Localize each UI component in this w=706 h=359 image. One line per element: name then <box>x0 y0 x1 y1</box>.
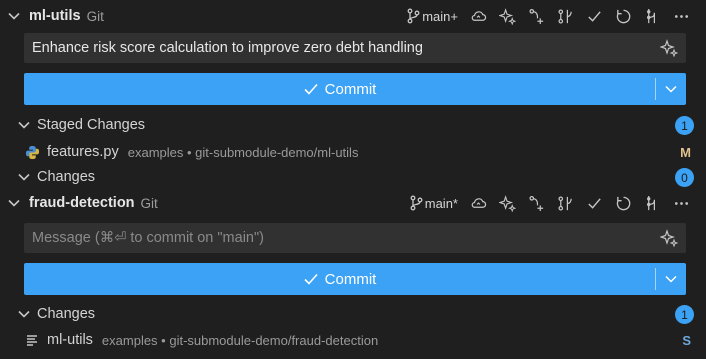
refresh-icon[interactable] <box>609 3 638 29</box>
chevron-down-icon <box>665 85 677 93</box>
git-branch-icon <box>407 8 420 24</box>
generate-message-sparkle-icon[interactable] <box>659 39 679 58</box>
sparkle-icon[interactable] <box>493 3 522 29</box>
more-actions-icon[interactable] <box>667 3 696 29</box>
generate-message-sparkle-icon[interactable] <box>659 229 679 248</box>
staged-changes-section[interactable]: Staged Changes 1 <box>0 113 706 137</box>
repo-toolbar: main+ <box>406 3 696 29</box>
graph-icon[interactable] <box>638 3 667 29</box>
changes-section[interactable]: Changes 0 <box>0 165 706 189</box>
repo-type: Git <box>140 195 158 211</box>
count-badge: 0 <box>675 168 694 187</box>
commit-label: Commit <box>324 80 377 98</box>
changes-section[interactable]: Changes 1 <box>0 302 706 326</box>
commit-dropdown-button[interactable] <box>656 272 686 286</box>
git-compare-icon[interactable] <box>551 3 580 29</box>
count-badge: 1 <box>675 305 694 324</box>
commit-message-placeholder[interactable]: Message (⌘⏎ to commit on "main") <box>32 230 264 246</box>
git-pull-request-create-icon[interactable] <box>522 3 551 29</box>
check-icon[interactable] <box>580 190 609 216</box>
cloud-sync-icon[interactable] <box>464 190 493 216</box>
repo-header-fraud-detection[interactable]: fraud-detection Git main* <box>0 190 706 216</box>
file-status: M <box>680 144 691 160</box>
file-path: examples • git-submodule-demo/fraud-dete… <box>101 332 379 348</box>
commit-message-text[interactable]: Enhance risk score calculation to improv… <box>32 40 423 56</box>
check-icon <box>304 273 318 285</box>
branch-switcher[interactable]: main* <box>409 195 458 211</box>
cloud-sync-icon[interactable] <box>464 3 493 29</box>
branch-switcher[interactable]: main+ <box>406 8 458 24</box>
more-actions-icon[interactable] <box>667 190 696 216</box>
check-icon[interactable] <box>580 3 609 29</box>
commit-dropdown-button[interactable] <box>656 82 686 96</box>
chevron-down-icon <box>17 118 31 132</box>
git-pull-request-create-icon[interactable] <box>522 190 551 216</box>
repo-toolbar: main* <box>409 190 696 216</box>
submodule-icon <box>24 332 40 348</box>
repo-header-ml-utils[interactable]: ml-utils Git main+ <box>0 3 706 29</box>
graph-icon[interactable] <box>638 190 667 216</box>
file-name: ml-utils <box>47 332 93 348</box>
file-name: features.py <box>47 144 119 160</box>
sparkle-icon[interactable] <box>493 190 522 216</box>
commit-action[interactable]: Commit <box>24 271 655 288</box>
chevron-down-icon <box>17 307 31 321</box>
chevron-down-icon <box>17 170 31 184</box>
commit-message-input[interactable]: Message (⌘⏎ to commit on "main") <box>24 223 686 253</box>
count-badge: 1 <box>675 116 694 135</box>
commit-button[interactable]: Commit <box>24 73 686 105</box>
python-icon <box>24 144 40 160</box>
branch-name: main+ <box>422 8 458 24</box>
commit-button[interactable]: Commit <box>24 263 686 295</box>
repo-name: ml-utils <box>29 8 81 24</box>
repo-type: Git <box>86 8 104 24</box>
git-compare-icon[interactable] <box>551 190 580 216</box>
section-title: Changes <box>37 306 96 322</box>
refresh-icon[interactable] <box>609 190 638 216</box>
git-branch-icon <box>410 195 423 211</box>
repo-name: fraud-detection <box>29 195 135 211</box>
section-title: Changes <box>37 169 96 185</box>
commit-message-input[interactable]: Enhance risk score calculation to improv… <box>24 33 686 63</box>
file-path: examples • git-submodule-demo/ml-utils <box>127 144 359 160</box>
chevron-down-icon[interactable] <box>7 9 21 23</box>
commit-action[interactable]: Commit <box>24 81 655 98</box>
commit-label: Commit <box>324 270 377 288</box>
branch-name: main* <box>424 195 458 211</box>
chevron-down-icon[interactable] <box>7 196 21 210</box>
chevron-down-icon <box>665 275 677 283</box>
check-icon <box>304 83 318 95</box>
file-status: S <box>682 332 691 348</box>
file-row[interactable]: features.py examples • git-submodule-dem… <box>0 140 706 164</box>
file-row[interactable]: ml-utils examples • git-submodule-demo/f… <box>0 328 706 352</box>
section-title: Staged Changes <box>37 117 146 133</box>
